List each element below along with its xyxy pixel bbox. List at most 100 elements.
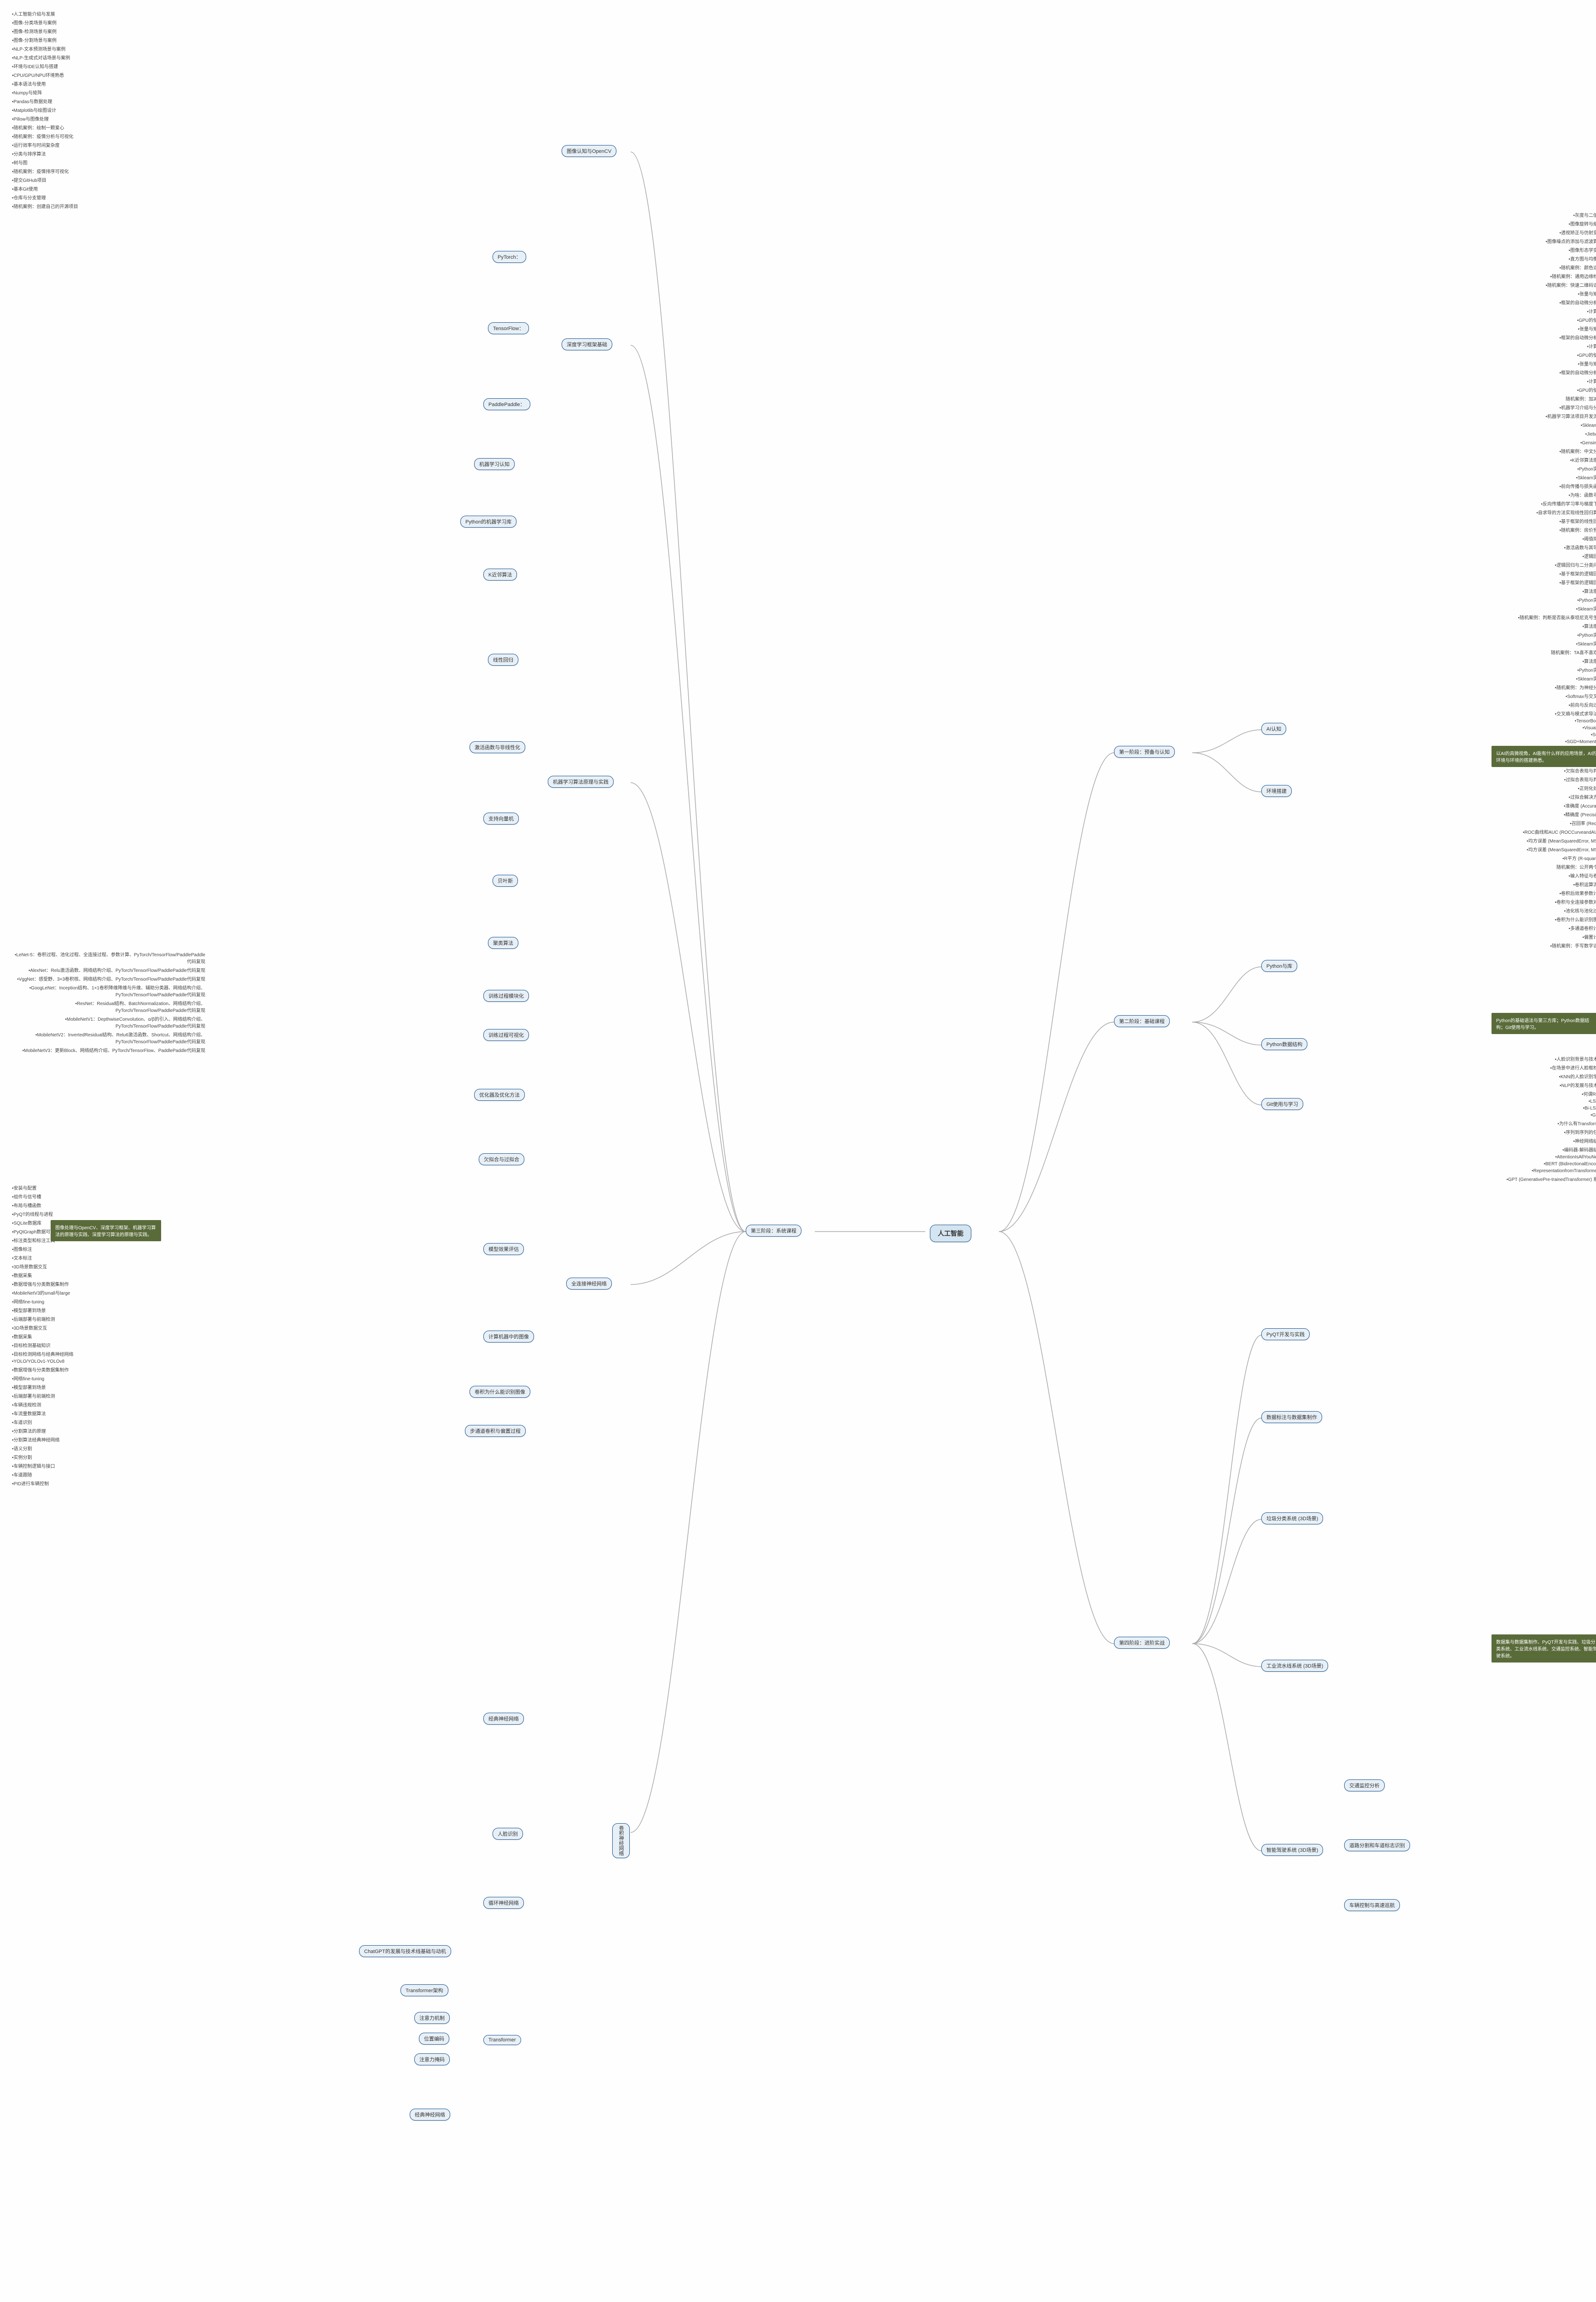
s3-cvs-0: •偏置计算 — [9, 932, 1596, 941]
s3-act-3: •逻辑回归与二分类问题 — [9, 560, 1596, 569]
s3-cvc-3: •VggNet：感受野、3×3卷积核、网络结构介绍、PyTorch/Tensor… — [9, 974, 208, 983]
s3-tr-pos[interactable]: 位置编码 — [419, 2033, 449, 2045]
s3-fc-eval[interactable]: 模型效果评估 — [483, 1243, 524, 1255]
s3-fc-fit[interactable]: 欠拟合与过拟合 — [479, 1153, 524, 1165]
s3-cvc-0: •随机案例：手写数字识别 — [9, 941, 1596, 950]
s3-tr-attn[interactable]: 注意力机制 — [414, 2012, 450, 2024]
s4-seg[interactable]: 道路分割和车道标志识别 — [1344, 1839, 1410, 1851]
s4-sg-2: •语义分割 — [9, 1444, 1596, 1453]
s3-tr-mask[interactable]: 注意力掩码 — [414, 2053, 450, 2065]
s3-opencv[interactable]: 图像认知与OpenCV — [562, 145, 616, 157]
s3-tr-chatgpt[interactable]: ChatGPT的发展与技术线基础与动机 — [359, 1945, 451, 1957]
s3-cv-classic[interactable]: 经典神经网络 — [483, 1713, 524, 1725]
stage2-ds[interactable]: Python数据结构 — [1261, 1038, 1307, 1050]
s3-svm-0: •算法原理 — [9, 587, 1596, 595]
s3-act[interactable]: 激活函数与非线性化 — [470, 741, 525, 753]
s4-in-4: •YOLO/YOLOv1-YOLOv8 — [9, 1358, 1596, 1365]
s3-fce-3: •ROC曲线和AUC (ROCCurveandAUC) — [9, 827, 1596, 836]
stage1-env[interactable]: 环境搭建 — [1261, 785, 1292, 797]
stage2[interactable]: 第二阶段：基础课程 — [1114, 1015, 1170, 1027]
root-node[interactable]: 人工智能 — [930, 1225, 971, 1242]
s4-sg-1: •分割算法经典神经网络 — [9, 1435, 1596, 1444]
stage2-python[interactable]: Python与库 — [1261, 960, 1297, 972]
s3-bayes[interactable]: 贝叶斯 — [493, 875, 518, 887]
s3-mli-1: •机器学习算法项目开发流程 — [9, 412, 1596, 420]
s3-clu-0: •算法原理 — [9, 657, 1596, 665]
s3-dl[interactable]: 深度学习框架基础 — [562, 338, 612, 350]
s3-cv-5: •直方图与均衡化 — [9, 254, 1596, 263]
s3-fc[interactable]: 全连接神经网络 — [566, 1278, 612, 1290]
s3-knn[interactable]: K近邻算法 — [483, 569, 517, 581]
s1-ai-5: •NLP-生成式对话场景与案例 — [9, 53, 1596, 62]
s3-fc-opt[interactable]: 优化器及优化方法 — [474, 1089, 525, 1101]
note-stage3: 图像处理与OpenCV、深度学习框架、机器学习算法的原理与实践、深度学习算法的原… — [51, 1220, 161, 1241]
s3-fco-4: •Adam — [9, 759, 1596, 766]
s3-fcv-1: •VisualDL — [9, 725, 1596, 732]
s3-ml[interactable]: 机器学习算法原理与实践 — [548, 776, 614, 788]
s2-ds-1: •分类与排序算法 — [9, 149, 1596, 158]
note-stage4: 数据集与数据集制作、PyQT开发与实践、垃圾分类系统、工业流水线系统、交通监控系… — [1492, 1634, 1596, 1663]
s3-ml-libs[interactable]: Python的机器学习库 — [460, 516, 517, 528]
s3-svm[interactable]: 支持向量机 — [483, 813, 519, 825]
s3-fct-2: •交叉熵与模式求导法则 — [9, 709, 1596, 718]
s3-ml-intro[interactable]: 机器学习认知 — [474, 458, 515, 470]
s4-dataset[interactable]: 数据标注与数据集制作 — [1261, 1411, 1322, 1423]
s4-ds-0: •标注类型和标注工具 — [9, 1236, 1596, 1244]
s3-cv-face[interactable]: 人脸识别 — [493, 1828, 523, 1840]
s3-fcf-2: •正则化处理 — [9, 784, 1596, 792]
s3-cv-step[interactable]: 步通道卷积与偏置过程 — [465, 1425, 526, 1437]
s3-rnn-1: •何谓RNN — [9, 1089, 1596, 1098]
s4-in-7: •模型部署到场景 — [9, 1383, 1596, 1391]
s3-fc-train[interactable]: 训练过程模块化 — [483, 990, 529, 1002]
s3-rnn-3: •Bi-LSTM — [9, 1105, 1596, 1112]
s3-lr[interactable]: 线性回归 — [488, 654, 518, 666]
s3-cv-why[interactable]: 卷积为什么能识别图像 — [470, 1386, 530, 1398]
s3-cv-img[interactable]: 计算机器中的图像 — [483, 1331, 534, 1343]
s3-cv-0: •灰度与二值化 — [9, 210, 1596, 219]
s4-pq-3: •PyQT的线程与进程 — [9, 1209, 1596, 1218]
s4-tf-2: •车道识别 — [9, 1418, 1596, 1426]
s2-py-4: •Pillow与图像处理 — [9, 114, 1596, 123]
s3-knn-2: •Sklearn实践 — [9, 473, 1596, 482]
stage4[interactable]: 第四阶段：进阶实战 — [1114, 1637, 1170, 1649]
note-stage2: Python的基础语法与第三方库；Python数据结构；Git使用与学习。 — [1492, 1013, 1596, 1034]
s4-pyqt[interactable]: PyQT开发与实践 — [1261, 1328, 1310, 1340]
s4-control[interactable]: 车辆控制与高速巡航 — [1344, 1899, 1400, 1911]
s3-transformer[interactable]: Transformer — [483, 2035, 521, 2045]
s3-pytorch[interactable]: PyTorch： — [493, 251, 526, 263]
stage2-git[interactable]: Git使用与学习 — [1261, 1098, 1303, 1110]
s4-drive[interactable]: 智能驾驶系统 (3D场景) — [1261, 1844, 1323, 1856]
s3-fc-vis[interactable]: 训练过程可视化 — [483, 1029, 529, 1041]
s4-tf-1: •车流量数据算法 — [9, 1409, 1596, 1418]
s3-cluster[interactable]: 聚类算法 — [488, 937, 518, 949]
s3-cv-rnn[interactable]: 循环神经网络 — [483, 1897, 524, 1909]
s3-tf-3: •GPU的使用 — [9, 350, 1596, 359]
s2-git-3: •随机案例：创建自己的开源项目 — [9, 202, 1596, 210]
s2-ds-0: •运行效率与时间复杂度 — [9, 140, 1596, 149]
s3-paddle[interactable]: PaddlePaddle： — [483, 398, 530, 410]
s3-fce-2: •召回率 (Recall) — [9, 819, 1596, 827]
s4-industry[interactable]: 工业流水线系统 (3D场景) — [1261, 1660, 1328, 1672]
s3-fce-7: 随机案例：公开两个国 — [9, 862, 1596, 871]
s3-rnn-4: •GRU — [9, 1112, 1596, 1119]
s3-svm-1: •Python实践 — [9, 595, 1596, 604]
s4-trash[interactable]: 垃圾分类系统 (3D场景) — [1261, 1512, 1323, 1524]
s3-tr-arch[interactable]: Transformer架构 — [400, 1984, 448, 1996]
s3-tf[interactable]: TensorFlow： — [488, 322, 529, 334]
s3-trc-1: •BERT (BidirectionalEncoder — [9, 1161, 1596, 1168]
s3-cv-7: •随机案例：通用边缘检测 — [9, 272, 1596, 280]
s3-knn-0: •K近邻算法原理 — [9, 455, 1596, 464]
s3-tr-classic[interactable]: 经典神经网络 — [410, 2109, 450, 2121]
s3-cvc-2: •AlexNet：Relu激活函数、网络结构介绍、PyTorch/TensorF… — [9, 965, 208, 974]
s3-mll-1: •Jieba库 — [9, 429, 1596, 438]
s4-tr-3: •MobileNetV3的small与large — [9, 1288, 1596, 1297]
s3-cv[interactable]: 卷积神经网络 — [612, 1823, 630, 1858]
stage1[interactable]: 第一阶段：预备与认知 — [1114, 746, 1175, 758]
stage1-ai[interactable]: AI认知 — [1261, 723, 1286, 735]
s4-pq-0: •安装与配置 — [9, 1183, 1596, 1192]
stage3[interactable]: 第三阶段：系统课程 — [746, 1225, 801, 1237]
s3-mll-0: •Sklearn库 — [9, 420, 1596, 429]
s4-pq-1: •组件与信号槽 — [9, 1192, 1596, 1201]
s3-fce-1: •精确度 (Precision) — [9, 810, 1596, 819]
s4-traffic[interactable]: 交通监控分析 — [1344, 1779, 1385, 1791]
